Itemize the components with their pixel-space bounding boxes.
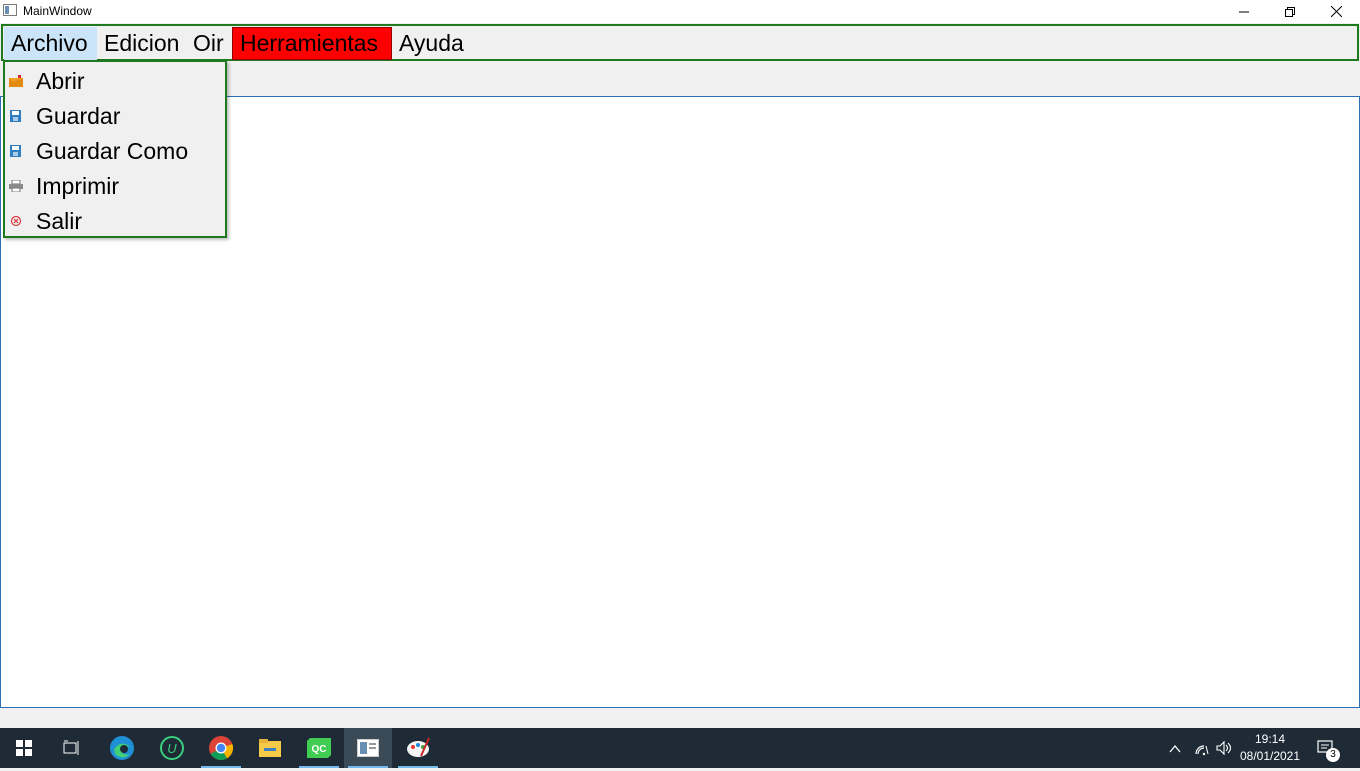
menu-item-label: Abrir [36, 68, 85, 94]
file-explorer-icon [259, 739, 281, 757]
menu-item-label: Salir [36, 208, 83, 234]
window-title: MainWindow [23, 4, 92, 18]
menu-oir[interactable]: Oir [186, 27, 231, 60]
menu-item-guardar-como[interactable]: Guardar Como [5, 134, 225, 169]
chevron-up-icon [1169, 744, 1181, 753]
upwork-icon: U [160, 736, 184, 760]
menu-item-label: Imprimir [36, 173, 120, 199]
minimize-icon [1239, 11, 1249, 12]
taskbar-qt-creator[interactable]: QC [295, 728, 343, 768]
network-button[interactable] [1193, 728, 1213, 768]
taskbar-file-explorer[interactable] [246, 728, 294, 768]
qt-creator-icon: QC [307, 738, 331, 758]
menu-item-guardar[interactable]: Guardar [5, 99, 225, 134]
notification-badge: 3 [1326, 748, 1340, 762]
menu-ayuda[interactable]: Ayuda [392, 27, 472, 60]
restore-icon [1285, 6, 1295, 17]
speaker-icon [1216, 740, 1232, 756]
archivo-dropdown-menu: Abrir Guardar Guardar Como Imprimir Sali… [3, 60, 227, 238]
printer-icon [9, 180, 23, 192]
exit-icon [10, 215, 22, 227]
clock-time: 19:14 [1254, 732, 1286, 746]
menu-edicion[interactable]: Edicion [97, 27, 186, 60]
restore-button[interactable] [1267, 0, 1313, 23]
taskbar-mainwindow[interactable] [344, 728, 392, 768]
close-icon [1330, 6, 1342, 17]
menu-item-imprimir[interactable]: Imprimir [5, 169, 225, 204]
minimize-button[interactable] [1221, 0, 1267, 23]
menu-archivo[interactable]: Archivo [4, 27, 97, 60]
menu-bar: Archivo Edicion Oir Herramientas Ayuda [1, 24, 1359, 61]
taskbar-paint[interactable] [394, 728, 442, 768]
edge-icon [110, 736, 134, 760]
chrome-icon [209, 736, 234, 761]
clock-date: 08/01/2021 [1239, 749, 1301, 763]
menu-herramientas[interactable]: Herramientas [232, 27, 392, 60]
menu-item-label: Guardar Como [36, 138, 189, 164]
menu-item-abrir[interactable]: Abrir [5, 64, 225, 99]
task-view-icon [63, 740, 79, 755]
menu-item-label: Guardar [36, 103, 121, 129]
task-view-button[interactable] [48, 728, 96, 768]
svg-text:QC: QC [312, 744, 327, 755]
status-bar [0, 708, 1360, 728]
save-as-icon [10, 145, 21, 157]
wifi-icon [1195, 745, 1209, 756]
mainwindow-app-icon [357, 739, 379, 757]
volume-button[interactable] [1215, 728, 1237, 768]
save-icon [10, 110, 21, 122]
taskbar-upwork[interactable]: U [148, 728, 196, 768]
windows-start-icon [16, 740, 32, 756]
title-bar: MainWindow [0, 0, 1360, 23]
svg-text:U: U [167, 741, 177, 756]
paint-icon [407, 737, 430, 757]
start-button[interactable] [0, 728, 48, 768]
taskbar-edge[interactable] [98, 728, 146, 768]
menu-item-salir[interactable]: Salir [5, 204, 225, 239]
show-hidden-icons-button[interactable] [1168, 728, 1188, 768]
taskbar-chrome[interactable] [197, 728, 245, 768]
taskbar-clock[interactable]: 19:14 08/01/2021 [1238, 731, 1302, 765]
close-button[interactable] [1313, 0, 1359, 23]
open-folder-icon [9, 75, 23, 87]
taskbar: U QC 19:14 08/01/2021 3 [0, 728, 1360, 768]
app-window-icon [3, 4, 17, 16]
